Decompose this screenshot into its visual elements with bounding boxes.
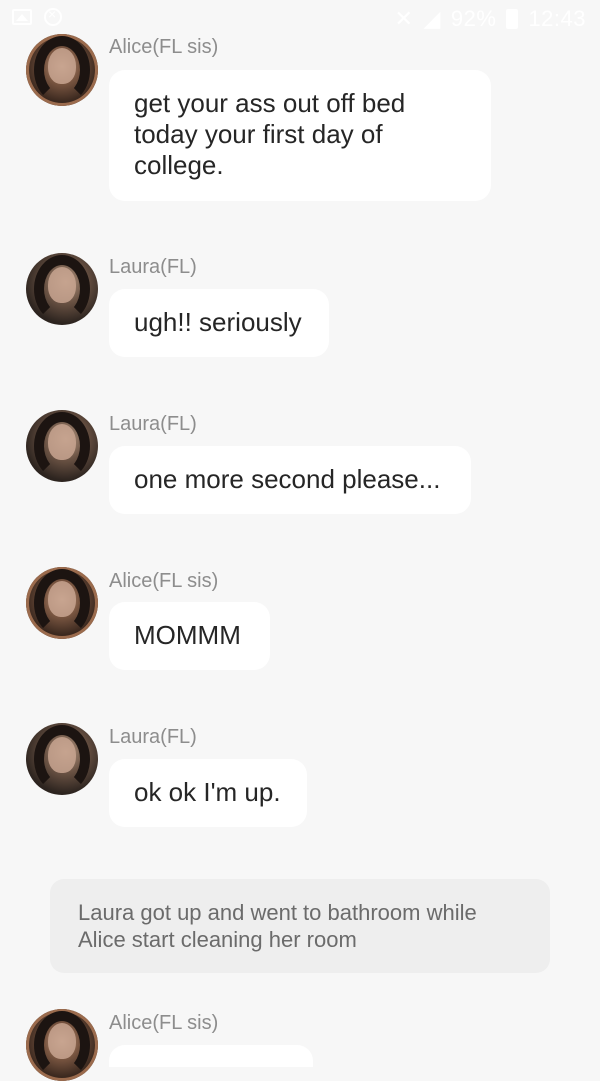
battery-icon bbox=[506, 9, 519, 29]
avatar-laura[interactable] bbox=[26, 253, 98, 325]
status-left-icons bbox=[12, 6, 62, 26]
avatar-face bbox=[48, 1023, 76, 1059]
message-bubble[interactable] bbox=[109, 1045, 313, 1067]
avatar-alice[interactable] bbox=[26, 1009, 98, 1081]
message-bubble[interactable]: get your ass out off bed today your firs… bbox=[109, 70, 491, 201]
message-bubble[interactable]: one more second please... bbox=[109, 446, 471, 514]
message-bubble[interactable]: ugh!! seriously bbox=[109, 289, 329, 357]
battery-percent: 92% bbox=[450, 6, 497, 31]
message-bubble[interactable]: MOMMM bbox=[109, 602, 270, 670]
narration-box[interactable]: Laura got up and went to bathroom while … bbox=[50, 879, 550, 973]
status-bar: ✕ ◢ 92% 12:43 bbox=[0, 0, 600, 40]
sender-name: Alice(FL sis) bbox=[109, 570, 219, 592]
sender-name: Alice(FL sis) bbox=[109, 1012, 219, 1034]
avatar-face bbox=[48, 48, 76, 84]
clock: 12:43 bbox=[528, 6, 586, 31]
gallery-icon bbox=[12, 9, 32, 25]
mute-icon: ✕ bbox=[394, 6, 414, 31]
message-bubble[interactable]: ok ok I'm up. bbox=[109, 759, 307, 827]
avatar-face bbox=[48, 424, 76, 460]
avatar-face bbox=[48, 267, 76, 303]
avatar-face bbox=[48, 581, 76, 617]
avatar-alice[interactable] bbox=[26, 567, 98, 639]
status-right-icons: ✕ ◢ 92% 12:43 bbox=[395, 6, 586, 32]
avatar-face bbox=[48, 737, 76, 773]
avatar-laura[interactable] bbox=[26, 723, 98, 795]
sender-name: Laura(FL) bbox=[109, 413, 197, 435]
avatar-laura[interactable] bbox=[26, 410, 98, 482]
sender-name: Laura(FL) bbox=[109, 256, 197, 278]
sender-name: Alice(FL sis) bbox=[109, 36, 219, 58]
sender-name: Laura(FL) bbox=[109, 726, 197, 748]
blocked-notification-icon bbox=[44, 6, 62, 26]
avatar-alice[interactable] bbox=[26, 34, 98, 106]
signal-icon: ◢ bbox=[423, 6, 441, 31]
